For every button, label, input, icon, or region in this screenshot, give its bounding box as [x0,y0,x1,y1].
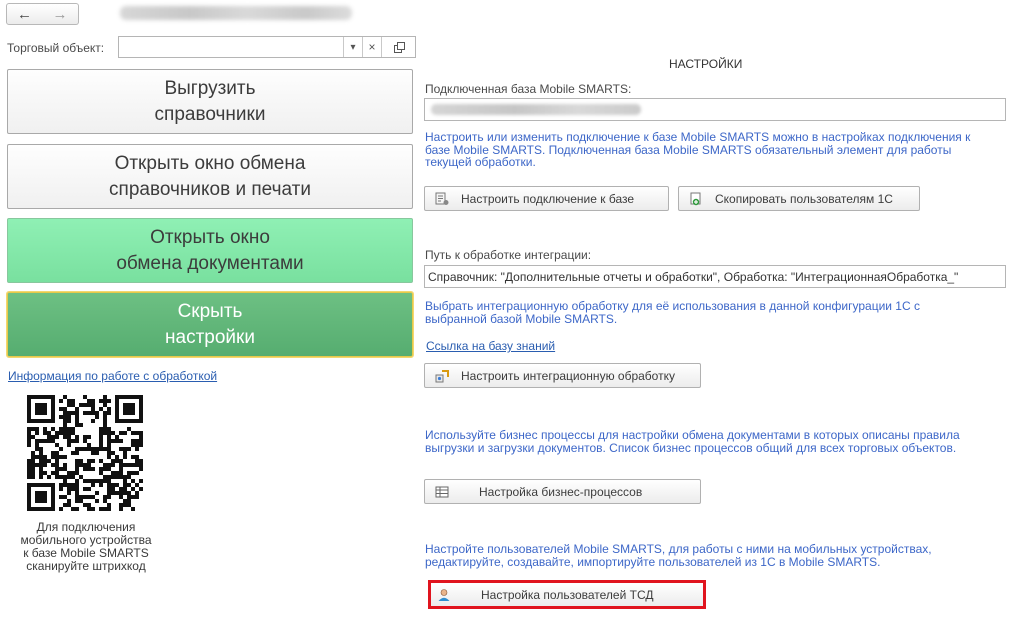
processing-info-link[interactable]: Информация по работе с обработкой [8,369,217,383]
qr-caption: Для подключения мобильного устройства к … [6,521,166,573]
connected-db-field[interactable] [424,98,1006,121]
integration-path-hint: Выбрать интеграционную обработку для её … [425,299,920,326]
dropdown-button[interactable]: ▾ [343,37,362,57]
qr-caption-line: сканируйте штрихкод [26,559,146,573]
integration-path-label: Путь к обработке интеграции: [425,248,592,262]
button-label-line: Открыть окно обмена [114,152,306,174]
configure-connection-button[interactable]: Настроить подключение к базе [424,186,669,211]
tsd-users-hint: Настройте пользователей Mobile SMARTS, д… [425,542,932,569]
table-icon [435,486,449,497]
button-label: Настройка бизнес-процессов [479,484,643,499]
button-label-line: Скрыть [177,300,243,322]
open-window-icon [393,41,405,53]
button-label-line: обмена документами [116,252,304,274]
db-hint: Настроить или изменить подключение к баз… [425,130,971,169]
button-label: Настройка пользователей ТСД [481,587,654,602]
button-label: Настроить подключение к базе [461,191,635,206]
open-documents-exchange-button[interactable]: Открыть окно обмена документами [7,218,413,283]
button-label-line: Выгрузить [164,77,256,99]
connected-db-value-blurred [431,104,641,115]
tsd-users-settings-button[interactable]: Настройка пользователей ТСД [428,580,706,609]
trade-object-field[interactable]: ▾ × [118,36,416,58]
business-process-hint: Используйте бизнес процессы для настройк… [425,428,960,455]
button-label-line: настройки [165,326,255,348]
configure-integration-button[interactable]: Настроить интеграционную обработку [424,363,701,388]
hide-settings-button[interactable]: Скрыть настройки [6,291,414,358]
integration-path-field[interactable]: Справочник: "Дополнительные отчеты и обр… [424,265,1006,288]
trade-object-label: Торговый объект: [7,41,105,55]
knowledge-base-link[interactable]: Ссылка на базу знаний [426,339,555,353]
copy-users-icon [690,192,701,205]
button-label: Скопировать пользователям 1С [715,191,893,206]
settings-list-icon [435,192,449,205]
chevron-down-icon: ▾ [350,41,356,53]
button-label-line: справочников и печати [109,178,311,200]
button-label-line: справочники [154,103,266,125]
button-label-line: Открыть окно [150,226,270,248]
integration-path-value: Справочник: "Дополнительные отчеты и обр… [428,270,959,284]
button-label: Настроить интеграционную обработку [461,368,675,383]
open-button[interactable] [381,37,416,57]
forward-button[interactable]: → [42,3,79,25]
clear-button[interactable]: × [362,37,381,57]
open-exchange-window-button[interactable]: Открыть окно обмена справочников и печат… [7,144,413,209]
export-catalogs-button[interactable]: Выгрузить справочники [7,69,413,134]
business-process-settings-button[interactable]: Настройка бизнес-процессов [424,479,701,504]
qr-code [27,395,143,511]
arrow-left-icon: ← [17,5,32,23]
settings-title: НАСТРОЙКИ [669,57,743,71]
user-icon [438,588,450,601]
db-label: Подключенная база Mobile SMARTS: [425,82,632,96]
close-icon: × [368,40,376,54]
arrow-right-icon: → [52,5,68,23]
back-button[interactable]: ← [6,3,43,25]
copy-to-1c-users-button[interactable]: Скопировать пользователям 1С [678,186,920,211]
integration-settings-icon [435,369,449,382]
window-title-blurred [120,6,352,20]
